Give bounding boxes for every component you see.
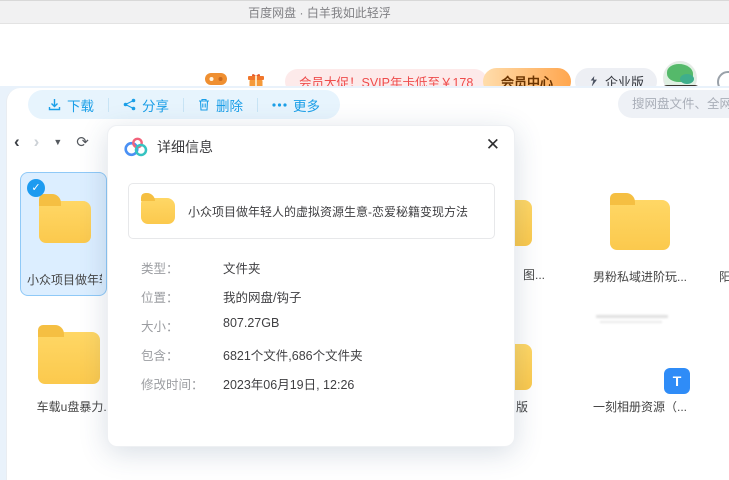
- file-summary-box: 小众项目做年轻人的虚拟资源生意-恋爱秘籍变现方法: [128, 183, 495, 239]
- browser-tab-title: 百度网盘 · 白羊我如此轻浮: [248, 4, 391, 21]
- detail-label: 大小：: [141, 316, 179, 335]
- delete-label: 删除: [216, 95, 243, 115]
- detail-row-contains: 包含： 6821个文件,686个文件夹: [141, 345, 501, 363]
- detail-row-size: 大小： 807.27GB: [141, 316, 501, 334]
- more-label: 更多: [293, 95, 320, 115]
- forward-button[interactable]: ›: [34, 132, 40, 152]
- download-icon: [48, 98, 61, 111]
- detail-label: 包含：: [141, 345, 179, 364]
- detail-label: 类型：: [141, 258, 179, 277]
- file-details-modal: 详细信息 ✕ 小众项目做年轻人的虚拟资源生意-恋爱秘籍变现方法 类型： 文件夹 …: [107, 125, 515, 447]
- refresh-button[interactable]: ⟳: [76, 133, 89, 151]
- detail-label: 修改时间：: [141, 374, 204, 393]
- detail-value: 6821个文件,686个文件夹: [223, 345, 363, 364]
- folder-icon[interactable]: [610, 200, 670, 250]
- detail-value: 807.27GB: [223, 316, 279, 330]
- games-icon[interactable]: [205, 71, 227, 87]
- download-label: 下载: [67, 95, 94, 115]
- modal-header: 详细信息: [108, 126, 514, 168]
- app-header: 会员大促！SVIP年卡低至￥178 会员中心 企业版 SVIP1: [0, 25, 729, 86]
- file-action-toolbar: 下载 分享 删除 更多: [28, 90, 340, 119]
- search-input[interactable]: [618, 90, 729, 118]
- baidu-netdisk-logo-icon: [124, 137, 148, 157]
- faint-watermark: [600, 321, 662, 323]
- folder-icon[interactable]: [38, 332, 100, 384]
- share-label: 分享: [142, 95, 169, 115]
- detail-value: 我的网盘/钩子: [223, 287, 301, 306]
- detail-row-modified: 修改时间： 2023年06月19日, 12:26: [141, 374, 501, 392]
- history-dropdown-caret[interactable]: ▼: [53, 137, 62, 147]
- file-tile-label: 小众项目做年轻人的虚拟资源生意-恋爱秘籍变现方法: [27, 271, 102, 288]
- file-tile-label[interactable]: 阳: [719, 268, 729, 285]
- avatar-planet-shape2: [680, 74, 694, 84]
- file-tile-label[interactable]: 一刻相册资源（...: [578, 398, 702, 415]
- file-tile-label[interactable]: 版: [516, 398, 546, 415]
- close-icon[interactable]: ✕: [486, 135, 500, 155]
- detail-value: 2023年06月19日, 12:26: [223, 374, 354, 393]
- more-button[interactable]: 更多: [258, 90, 334, 119]
- trash-icon: [198, 98, 210, 111]
- ellipsis-icon: [272, 103, 287, 107]
- back-button[interactable]: ‹: [14, 132, 20, 152]
- share-button[interactable]: 分享: [109, 90, 183, 119]
- folder-icon: [141, 198, 175, 224]
- detail-label: 位置：: [141, 287, 179, 306]
- file-tile-selected[interactable]: ✓ 小众项目做年轻人的虚拟资源生意-恋爱秘籍变现方法: [20, 172, 107, 296]
- history-nav: ‹ › ▼ ⟳: [14, 132, 89, 152]
- baidu-netdisk-app: 百度网盘 · 白羊我如此轻浮 会员大促！SVIP年卡低至￥178 会员中心 企业…: [0, 0, 729, 480]
- detail-value: 文件夹: [223, 258, 261, 277]
- selected-check-icon: ✓: [27, 179, 45, 197]
- delete-button[interactable]: 删除: [184, 90, 257, 119]
- faint-watermark: [596, 315, 668, 318]
- download-button[interactable]: 下载: [34, 90, 108, 119]
- file-name: 小众项目做年轻人的虚拟资源生意-恋爱秘籍变现方法: [188, 203, 468, 220]
- modal-title: 详细信息: [157, 137, 213, 157]
- browser-tab-strip: 百度网盘 · 白羊我如此轻浮: [0, 0, 729, 24]
- file-tile-label[interactable]: 男粉私域进阶玩...: [580, 268, 700, 285]
- folder-icon: [39, 201, 91, 243]
- detail-row-location: 位置： 我的网盘/钩子: [141, 287, 501, 305]
- share-icon: [123, 98, 136, 111]
- txt-file-icon[interactable]: T: [664, 368, 690, 394]
- detail-row-type: 类型： 文件夹: [141, 258, 501, 276]
